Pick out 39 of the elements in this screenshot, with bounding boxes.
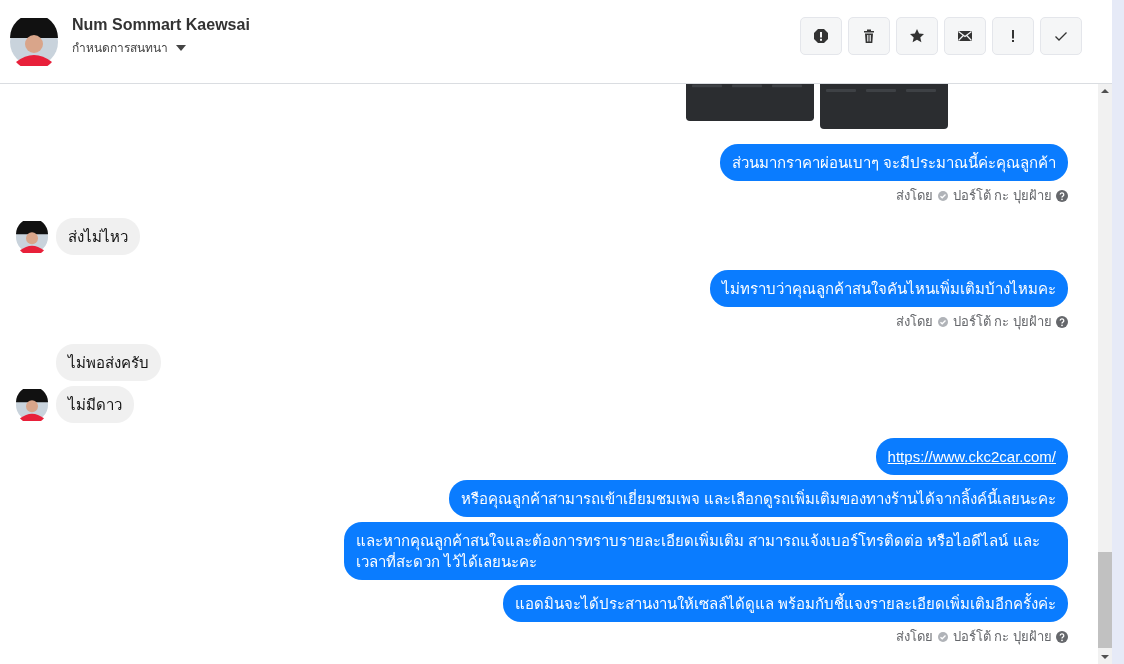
avatar	[10, 17, 58, 66]
message-bubble: ส่วนมากราคาผ่อนเบาๆ จะมีประมาณนี้ค่ะคุณลูกค้า	[719, 144, 1068, 181]
sent-by-label: ส่งโดย	[895, 629, 933, 644]
alert-button[interactable]	[800, 16, 842, 55]
scrollbar[interactable]	[1098, 84, 1112, 664]
scroll-down-icon[interactable]	[1101, 654, 1109, 660]
sender-name: ปอร์โต้ กะ ปุยฝ้าย	[952, 629, 1052, 644]
conversation-settings-dropdown[interactable]: กำหนดการสนทนา	[72, 38, 250, 57]
sender-name: ปอร์โต้ กะ ปุยฝ้าย	[952, 188, 1052, 203]
avatar	[16, 221, 48, 253]
star-icon	[909, 27, 925, 44]
scrollbar-thumb[interactable]	[1098, 552, 1112, 648]
help-icon[interactable]	[1056, 189, 1068, 202]
sent-by-label: ส่งโดย	[895, 314, 933, 329]
check-circle-icon	[936, 315, 949, 328]
help-icon[interactable]	[1056, 315, 1068, 328]
sender-name: ปอร์โต้ กะ ปุยฝ้าย	[952, 314, 1052, 329]
check-circle-icon	[936, 189, 949, 202]
trash-icon	[861, 27, 877, 44]
message-bubble: ไม่ทราบว่าคุณลูกค้าสนใจคันไหนเพิ่มเติมบ้างไหมคะ	[710, 270, 1068, 307]
alert-icon	[813, 27, 829, 44]
message-bubble: แอดมินจะได้ประสานงานให้เซลล์ได้ดูแล พร้อมกับชี้แจงรายละเอียดเพิ่มเติมอีกครั้งค่ะ	[502, 585, 1068, 622]
contact-name: Num Sommart Kaewsai	[72, 16, 250, 34]
star-button[interactable]	[896, 16, 938, 55]
avatar	[16, 389, 48, 421]
trash-button[interactable]	[848, 16, 890, 55]
scroll-up-icon[interactable]	[1101, 88, 1109, 94]
sent-by-label: ส่งโดย	[895, 188, 933, 203]
message-bubble: หรือคุณลูกค้าสามารถเข้าเยี่ยมชมเพจ และเลือกดูรถเพิ่มเติมของทางร้านได้จากลิ้งค์นี้เลยนะคะ	[448, 480, 1068, 517]
caret-icon	[176, 44, 186, 51]
message-bubble: ไม่มีดาว	[56, 386, 134, 423]
checkmark-button[interactable]	[1040, 16, 1082, 55]
envelope-button[interactable]	[944, 16, 986, 55]
check-circle-icon	[936, 630, 949, 643]
website-link[interactable]: https://www.ckc2car.com/	[887, 448, 1056, 465]
message-bubble: ส่งไม่ไหว	[56, 218, 140, 255]
message-bubble: และหากคุณลูกค้าสนใจและต้องการทราบรายละเอียดเพิ่มเติม สามารถแจ้งเบอร์โทรติดต่อ หรือไอดีไลน์ และเวลาที่สะดวก ไว้ได้เลยนะคะ	[344, 522, 1068, 580]
help-icon[interactable]	[1056, 630, 1068, 643]
message-bubble: ไม่พอส่งครับ	[56, 344, 161, 381]
